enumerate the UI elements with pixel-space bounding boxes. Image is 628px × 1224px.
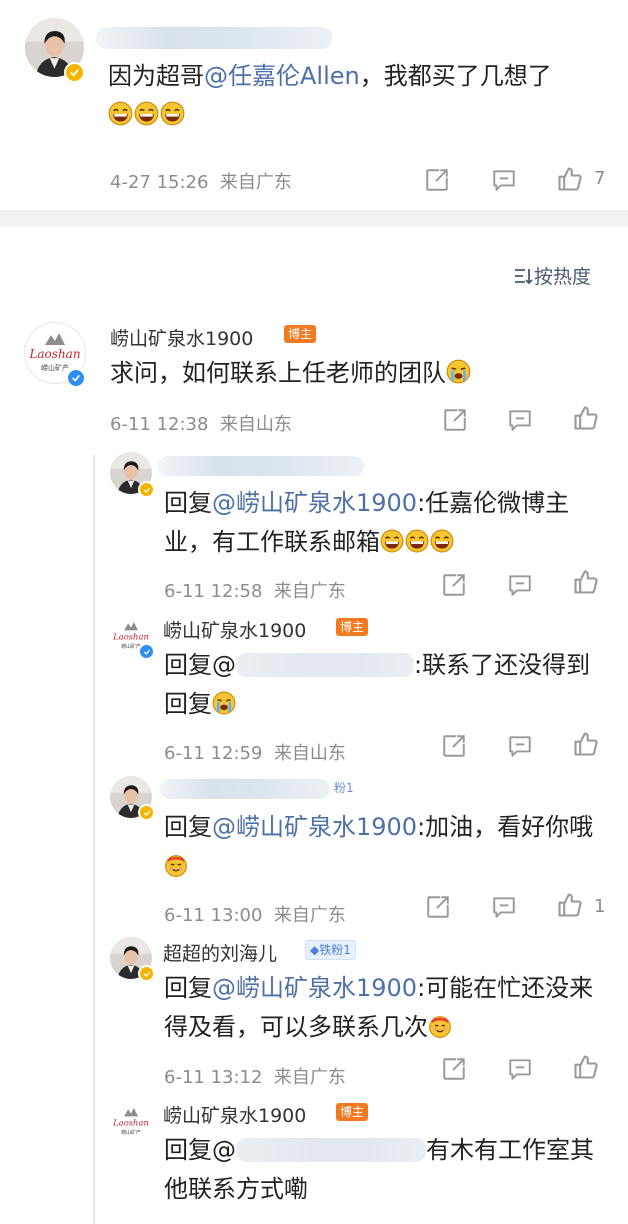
reply-time: 6-11 13:00 来自广东	[164, 905, 346, 926]
mention-link[interactable]: @崂山矿泉水1900	[212, 974, 417, 1002]
like-icon[interactable]	[556, 165, 584, 193]
comment-icon[interactable]	[507, 1056, 533, 1082]
fan-tag: 粉1	[334, 781, 354, 795]
blogger-tag: 博主	[284, 325, 317, 343]
reply-text: 回复@崂山矿泉水1900:任嘉伦微博主业，有工作联系邮箱	[164, 489, 570, 556]
mention-link[interactable]: @崂山矿泉水1900	[212, 813, 417, 841]
blurred-mention	[236, 1138, 426, 1162]
reply-time: 6-11 12:58 来自广东	[164, 581, 346, 602]
comment-icon[interactable]	[507, 407, 533, 433]
blogger-tag: 博主	[336, 1103, 369, 1121]
verified-badge-icon	[138, 804, 155, 821]
share-icon[interactable]	[441, 572, 467, 598]
grin-emoji-icon	[405, 529, 429, 553]
like-count: 7	[594, 168, 606, 189]
username[interactable]: 崂山矿泉水1900	[163, 616, 306, 643]
fan-tag: ◆铁粉1	[305, 940, 356, 960]
cry-emoji-icon	[212, 691, 236, 715]
svg-text:崂山矿产: 崂山矿产	[41, 363, 69, 372]
verified-badge-icon	[138, 643, 155, 660]
blogger-tag: 博主	[336, 618, 369, 636]
like-icon[interactable]	[572, 1053, 600, 1081]
svg-text:崂山矿产: 崂山矿产	[121, 1129, 141, 1136]
grin-emoji-icon	[134, 101, 159, 126]
grin-emoji-icon	[108, 101, 133, 126]
comment-icon[interactable]	[491, 167, 517, 193]
username[interactable]: 超超的刘海儿	[163, 939, 277, 966]
reply-time: 6-11 13:12 来自广东	[164, 1067, 346, 1088]
like-icon[interactable]	[572, 568, 600, 596]
sort-button[interactable]: 按热度	[512, 262, 591, 289]
svg-text:Laoshan: Laoshan	[28, 347, 80, 361]
verified-badge-icon	[64, 62, 85, 83]
svg-text:Laoshan: Laoshan	[112, 1118, 149, 1128]
section-divider	[0, 210, 628, 227]
diamond-icon: ◆	[310, 943, 320, 957]
share-icon[interactable]	[441, 733, 467, 759]
share-icon[interactable]	[425, 894, 451, 920]
reply-text: 回复@崂山矿泉水1900:可能在忙还没来得及看，可以多联系几次	[164, 974, 594, 1041]
blurred-username	[160, 779, 330, 799]
like-icon[interactable]	[572, 730, 600, 758]
share-icon[interactable]	[441, 1056, 467, 1082]
comment-time: 4-27 15:26 来自广东	[110, 172, 292, 193]
grin-emoji-icon	[430, 529, 454, 553]
cheer-emoji-icon	[428, 1016, 452, 1038]
comment-text: 求问，如何联系上任老师的团队	[110, 354, 590, 393]
sort-icon	[515, 269, 533, 285]
verified-badge-icon	[66, 368, 86, 388]
blurred-username	[96, 27, 332, 49]
like-icon[interactable]	[572, 404, 600, 432]
like-icon[interactable]	[556, 891, 584, 919]
grin-emoji-icon	[380, 529, 404, 553]
share-icon[interactable]	[442, 407, 468, 433]
avatar[interactable]: Laoshan 崂山矿产	[110, 1101, 152, 1143]
blurred-mention	[236, 653, 414, 677]
comment-time: 6-11 12:38 来自山东	[110, 414, 292, 435]
grin-emoji-icon	[160, 101, 185, 126]
blurred-username	[158, 456, 364, 476]
mention-link[interactable]: @崂山矿泉水1900	[212, 489, 417, 517]
comment-icon[interactable]	[507, 572, 533, 598]
comment-icon[interactable]	[507, 733, 533, 759]
username[interactable]: 崂山矿泉水1900	[163, 1101, 306, 1128]
reply-text: 回复@崂山矿泉水1900:加油，看好你哦	[164, 808, 604, 886]
verified-badge-icon	[138, 965, 155, 982]
cheer-emoji-icon	[164, 855, 188, 877]
mention-link[interactable]: @任嘉伦Allen	[204, 62, 360, 90]
like-count: 1	[594, 896, 606, 917]
thread-line	[93, 455, 95, 1224]
cry-emoji-icon	[446, 359, 471, 384]
share-icon[interactable]	[424, 167, 450, 193]
comment-text: 因为超哥@任嘉伦Allen，我都买了几想了	[108, 57, 568, 135]
comment-icon[interactable]	[491, 894, 517, 920]
reply-text: 回复@:联系了还没得到回复	[164, 651, 591, 718]
reply-time: 6-11 12:59 来自山东	[164, 743, 346, 764]
verified-badge-icon	[138, 481, 155, 498]
reply-text: 回复@ 有木有工作室其他联系方式嘞	[164, 1136, 594, 1203]
username[interactable]: 崂山矿泉水1900	[110, 324, 253, 351]
svg-text:Laoshan: Laoshan	[112, 632, 149, 642]
